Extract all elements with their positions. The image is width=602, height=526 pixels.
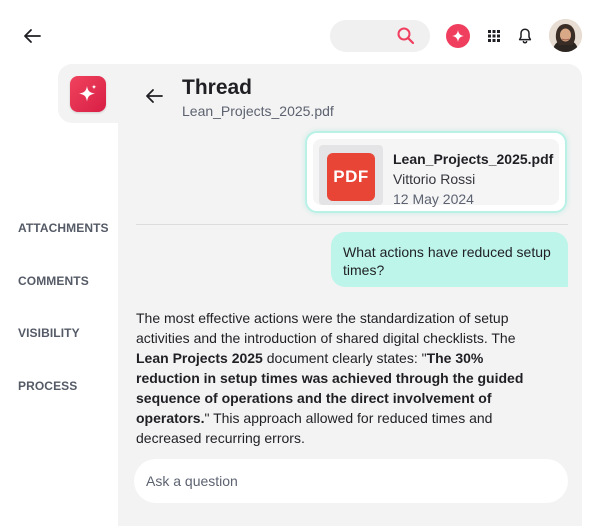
- user-question-bubble: What actions have reduced setup times?: [331, 232, 568, 287]
- pdf-thumbnail: PDF: [319, 145, 383, 205]
- ask-question-input[interactable]: [134, 459, 568, 503]
- answer-text-1: The most effective actions were the stan…: [136, 310, 516, 346]
- notification-bell-icon[interactable]: [517, 27, 533, 45]
- assistant-answer: The most effective actions were the stan…: [136, 308, 546, 448]
- sidebar-item-process[interactable]: PROCESS: [18, 379, 77, 393]
- user-avatar[interactable]: [549, 19, 582, 52]
- apps-grid-icon[interactable]: [486, 28, 502, 44]
- sidebar-item-comments[interactable]: COMMENTS: [18, 274, 89, 288]
- answer-document-name: Lean Projects 2025: [136, 350, 263, 366]
- sparkle-logo-icon[interactable]: [70, 76, 106, 112]
- thread-divider: [136, 224, 568, 225]
- attachment-date: 12 May 2024: [393, 191, 474, 207]
- search-icon[interactable]: [396, 26, 416, 46]
- ai-assistant-icon[interactable]: [446, 24, 470, 48]
- attachment-card[interactable]: PDF Lean_Projects_2025.pdf Vittorio Ross…: [305, 131, 567, 213]
- attachment-card-body: PDF Lean_Projects_2025.pdf Vittorio Ross…: [313, 139, 559, 207]
- sidebar-item-visibility[interactable]: VISIBILITY: [18, 326, 80, 340]
- attachment-author: Vittorio Rossi: [393, 171, 476, 187]
- search-bar[interactable]: [330, 20, 430, 52]
- thread-back-arrow-icon[interactable]: [142, 84, 166, 108]
- app-root: ATTACHMENTS COMMENTS VISIBILITY PROCESS …: [0, 0, 602, 526]
- back-arrow-icon[interactable]: [20, 24, 44, 48]
- pdf-file-icon: PDF: [327, 153, 375, 201]
- attachment-file-name: Lean_Projects_2025.pdf: [393, 151, 554, 167]
- thread-title: Thread: [182, 76, 253, 99]
- answer-text-2: document clearly states: ": [262, 350, 427, 366]
- sidebar-item-attachments[interactable]: ATTACHMENTS: [18, 221, 109, 235]
- thread-subtitle: Lean_Projects_2025.pdf: [182, 103, 334, 119]
